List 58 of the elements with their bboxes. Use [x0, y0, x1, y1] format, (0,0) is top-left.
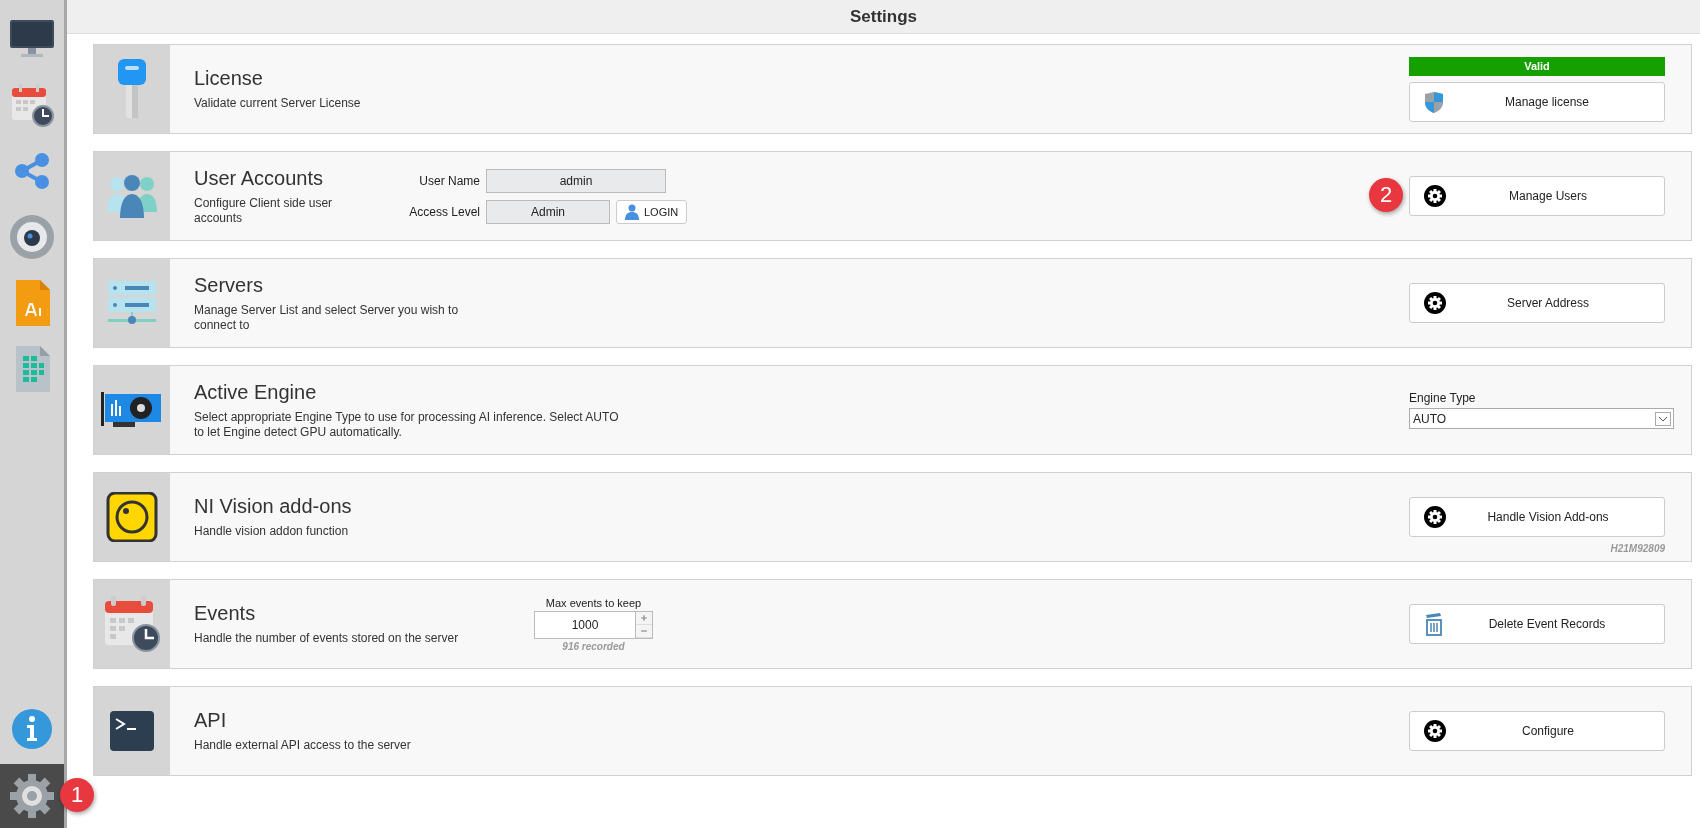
info-icon: [11, 708, 53, 750]
sidebar-item[interactable]: [0, 764, 64, 828]
section-description: Manage Server List and select Server you wish to connect to: [194, 302, 460, 333]
recorded-count: 916 recorded: [562, 640, 625, 652]
settings-icon: [1424, 185, 1446, 207]
graphics-card-icon: [101, 390, 163, 430]
trash-icon: [1424, 612, 1444, 636]
step-badge: 2: [1369, 178, 1403, 212]
section-title: API: [194, 709, 228, 732]
section-title: NI Vision add-ons: [194, 495, 353, 518]
step-badge: 1: [60, 778, 94, 812]
spinner-label: Max events to keep: [545, 596, 642, 609]
key-icon: [117, 58, 147, 120]
settings-icon: [1424, 720, 1446, 742]
section-title: License: [194, 67, 264, 90]
section-title: Active Engine: [194, 380, 318, 404]
action-button[interactable]: Delete Event Records: [1409, 604, 1665, 644]
user-icon: [625, 203, 639, 220]
action-button[interactable]: Handle Vision Add-ons: [1409, 496, 1665, 537]
section-description: Validate current Server License: [194, 96, 362, 111]
page-title: Settings: [849, 6, 918, 27]
shield-icon: [1424, 90, 1444, 113]
settings-icon: [1424, 292, 1446, 314]
chevron-down-icon: [1655, 411, 1671, 426]
section-description: Handle external API access to the server: [194, 738, 412, 753]
number-spinner[interactable]: 1000: [534, 610, 653, 639]
settings-icon: [1424, 505, 1446, 528]
action-button[interactable]: Manage license: [1409, 81, 1665, 122]
text-field[interactable]: Admin: [486, 199, 610, 224]
action-button[interactable]: Configure: [1409, 711, 1665, 751]
share-icon: [12, 151, 52, 191]
terminal-icon: [110, 711, 154, 751]
section-title: Servers: [194, 273, 264, 297]
section-description: Handle the number of events stored on the server: [194, 631, 460, 646]
server-icon: [107, 280, 157, 326]
serial-number: H21M92809: [1609, 542, 1665, 554]
settings-icon: [9, 773, 55, 819]
monitor-icon: [9, 18, 55, 60]
login-button[interactable]: LOGIN: [616, 199, 688, 224]
text-field[interactable]: admin: [486, 168, 666, 193]
plus-icon[interactable]: [636, 611, 652, 625]
section-description: Select appropriate Engine Type to use for processing AI inference. Select AUTO to let Engine detect GPU automatically.: [194, 409, 620, 440]
dropdown-label: Engine Type: [1409, 391, 1477, 405]
action-button[interactable]: Manage Users: [1409, 176, 1665, 216]
field-label: User Name: [418, 173, 480, 188]
action-button[interactable]: Server Address: [1409, 283, 1665, 323]
section-description: Configure Client side user accounts: [194, 195, 334, 226]
license-status: Valid: [1409, 56, 1665, 76]
users-icon: [107, 174, 157, 218]
calendar-clock-icon: [103, 595, 161, 653]
calendar-clock-icon: [9, 82, 55, 128]
webcam-icon: [9, 214, 55, 260]
section-description: Handle vision addon function: [194, 524, 350, 539]
vision-camera-icon: [106, 492, 158, 542]
engine-type-dropdown[interactable]: AUTO: [1409, 408, 1674, 429]
section-title: User Accounts: [194, 166, 324, 190]
section-title: Events: [194, 602, 257, 625]
field-label: Access Level: [408, 204, 480, 219]
